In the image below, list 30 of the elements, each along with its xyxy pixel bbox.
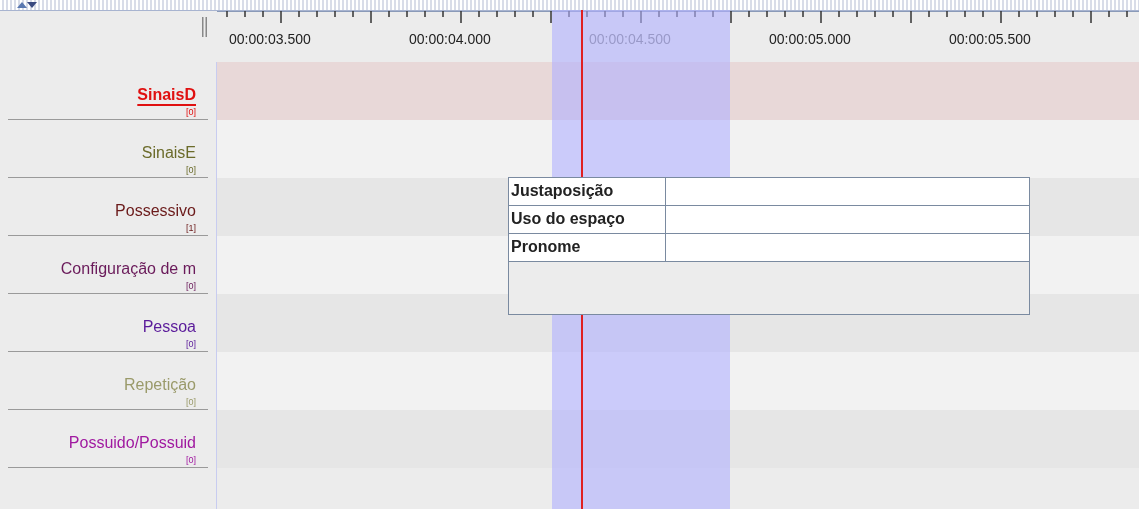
- annotation-count: [0]: [186, 165, 196, 175]
- tier-track[interactable]: [217, 62, 1139, 120]
- tier-name: Possessivo: [115, 201, 196, 221]
- tier-name: SinaisD: [137, 85, 196, 105]
- tier-label[interactable]: SinaisD [0]: [8, 62, 208, 120]
- annotation-count: [0]: [186, 339, 196, 349]
- annotation-count: [0]: [186, 455, 196, 465]
- tier-track[interactable]: [217, 352, 1139, 410]
- annotation-count: [0]: [186, 281, 196, 291]
- time-label: 00:00:05.000: [769, 30, 852, 49]
- tier-track[interactable]: [217, 120, 1139, 178]
- time-label: 00:00:04.000: [409, 30, 492, 49]
- tier-track[interactable]: [217, 410, 1139, 468]
- tier-label[interactable]: Pessoa [0]: [8, 294, 208, 352]
- tier-label[interactable]: Configuração de m [0]: [8, 236, 208, 294]
- tier-label[interactable]: Possuido/Possuid [0]: [8, 410, 208, 468]
- tier-label[interactable]: Possessivo [1]: [8, 178, 208, 236]
- annotation-count: [1]: [186, 223, 196, 233]
- tier-name: Pessoa: [142, 317, 196, 337]
- tier-name: Possuido/Possuid: [68, 433, 196, 453]
- time-label: 00:00:03.500: [229, 30, 312, 49]
- tier-name: Configuração de m: [60, 259, 196, 279]
- tier-name: Repetição: [123, 375, 196, 395]
- tier-name: SinaisE: [141, 143, 196, 163]
- time-label: 00:00:05.500: [949, 30, 1032, 49]
- tier-label[interactable]: SinaisE [0]: [8, 120, 208, 178]
- expand-arrows-icon[interactable]: [16, 1, 38, 9]
- column-resize-handle-icon[interactable]: [202, 17, 207, 37]
- annotation-count: [0]: [186, 107, 196, 117]
- annotation-count: [0]: [186, 397, 196, 407]
